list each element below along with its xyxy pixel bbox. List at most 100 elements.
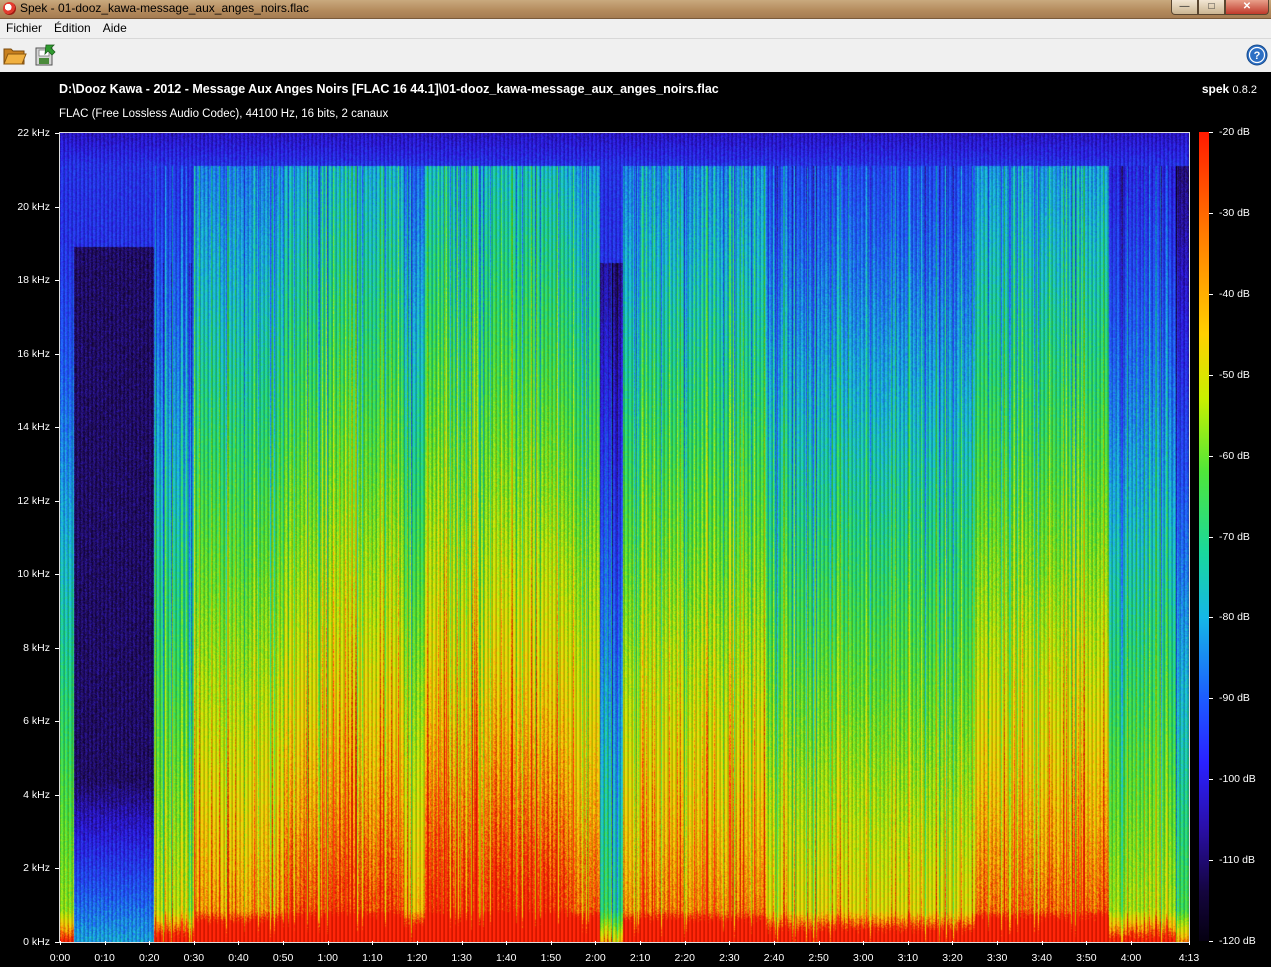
menu-fichier[interactable]: Fichier — [0, 19, 48, 38]
db-tick-label: -60 dB — [1219, 449, 1250, 462]
file-info: FLAC (Free Lossless Audio Codec), 44100 … — [59, 108, 389, 120]
time-tick-label: 0:40 — [228, 952, 249, 964]
time-tick-mark — [1041, 941, 1043, 945]
file-path: D:\Dooz Kawa - 2012 - Message Aux Anges … — [59, 82, 719, 96]
time-tick-mark — [863, 941, 865, 945]
time-tick-label: 2:40 — [763, 952, 785, 964]
time-tick-label: 0:20 — [139, 952, 160, 964]
open-file-button[interactable] — [2, 43, 28, 67]
db-tick-mark — [1209, 941, 1213, 942]
time-tick-label: 1:10 — [362, 952, 383, 964]
time-tick-mark — [416, 941, 418, 945]
help-icon: ? — [1246, 44, 1268, 66]
time-tick-mark — [595, 941, 597, 945]
freq-tick-label: 10 kHz — [17, 568, 50, 581]
freq-tick-label: 2 kHz — [23, 862, 50, 875]
freq-tick-mark — [55, 647, 59, 649]
freq-tick-label: 4 kHz — [23, 788, 50, 801]
close-button[interactable]: ✕ — [1225, 0, 1269, 15]
time-tick-label: 2:30 — [719, 952, 740, 964]
db-tick-mark — [1209, 536, 1213, 538]
help-button[interactable]: ? — [1246, 44, 1268, 66]
time-tick-label: 0:00 — [49, 952, 71, 964]
save-button[interactable] — [32, 43, 58, 67]
time-tick-mark — [684, 941, 686, 945]
db-tick-mark — [1209, 132, 1213, 133]
freq-tick-mark — [55, 721, 59, 723]
folder-open-icon — [3, 48, 27, 65]
minimize-button[interactable]: — — [1171, 0, 1198, 15]
time-tick-mark — [818, 941, 820, 945]
menu-edition[interactable]: Édition — [48, 19, 97, 38]
time-tick-mark — [640, 941, 642, 945]
time-tick-label: 2:20 — [674, 952, 695, 964]
db-tick-label: -50 dB — [1219, 368, 1250, 381]
freq-tick-label: 20 kHz — [17, 200, 50, 213]
svg-text:?: ? — [1254, 50, 1261, 62]
freq-tick-mark — [55, 868, 59, 870]
time-tick-mark — [372, 941, 374, 945]
app-icon[interactable] — [3, 2, 16, 15]
window-title: Spek - 01-dooz_kawa-message_aux_anges_no… — [20, 1, 309, 15]
db-tick-label: -70 dB — [1219, 530, 1250, 543]
db-tick-mark — [1209, 860, 1213, 862]
freq-tick-mark — [55, 427, 59, 429]
freq-tick-label: 22 kHz — [17, 127, 50, 139]
time-tick-label: 3:50 — [1076, 952, 1097, 964]
db-tick-label: -90 dB — [1219, 692, 1250, 705]
db-color-scale — [1199, 132, 1209, 941]
db-tick-mark — [1209, 455, 1213, 457]
freq-tick-mark — [55, 500, 59, 502]
spectrogram-plot[interactable] — [59, 132, 1190, 943]
time-tick-label: 1:40 — [496, 952, 517, 964]
time-tick-label: 0:10 — [94, 952, 115, 964]
time-tick-mark — [1130, 941, 1132, 945]
time-tick-mark — [283, 941, 285, 945]
time-tick-mark — [238, 941, 240, 945]
time-tick-label: 4:13 — [1178, 952, 1200, 964]
time-tick-label: 2:50 — [808, 952, 829, 964]
window-controls: — □ ✕ — [1171, 0, 1269, 15]
time-tick-label: 3:20 — [942, 952, 963, 964]
freq-tick-label: 0 kHz — [23, 936, 50, 948]
db-tick-label: -40 dB — [1219, 287, 1250, 300]
time-tick-mark — [506, 941, 508, 945]
db-tick-mark — [1209, 293, 1213, 295]
db-tick-label: -20 dB — [1219, 126, 1250, 138]
time-tick-label: 2:00 — [585, 952, 606, 964]
freq-tick-label: 14 kHz — [17, 421, 50, 434]
time-tick-label: 1:00 — [317, 952, 338, 964]
time-tick-label: 0:30 — [183, 952, 205, 964]
time-tick-label: 3:40 — [1031, 952, 1052, 964]
menu-bar: Fichier Édition Aide — [0, 19, 1271, 39]
menu-aide[interactable]: Aide — [97, 19, 133, 38]
spectrogram-image — [60, 133, 1189, 942]
title-bar: Spek - 01-dooz_kawa-message_aux_anges_no… — [0, 0, 1271, 19]
time-tick-mark — [327, 941, 329, 945]
save-icon — [35, 44, 56, 66]
freq-tick-mark — [55, 133, 59, 134]
db-tick-label: -30 dB — [1219, 206, 1250, 219]
db-tick-mark — [1209, 212, 1213, 214]
time-tick-label: 3:00 — [853, 952, 874, 964]
freq-tick-mark — [55, 574, 59, 576]
freq-tick-mark — [55, 942, 59, 943]
freq-tick-label: 6 kHz — [23, 715, 50, 728]
db-tick-label: -110 dB — [1219, 854, 1255, 867]
time-tick-mark — [997, 941, 999, 945]
db-tick-label: -120 dB — [1219, 935, 1256, 947]
app-name: spek — [1201, 82, 1230, 96]
db-tick-label: -100 dB — [1219, 773, 1256, 786]
time-tick-label: 2:10 — [629, 952, 651, 964]
time-tick-mark — [550, 941, 552, 945]
time-tick-label: 1:20 — [406, 952, 428, 964]
maximize-button[interactable]: □ — [1198, 0, 1225, 15]
time-tick-mark — [907, 941, 909, 945]
time-tick-mark — [60, 941, 61, 945]
freq-tick-mark — [55, 206, 59, 208]
time-tick-mark — [104, 941, 106, 945]
time-tick-mark — [1189, 941, 1190, 945]
freq-tick-label: 12 kHz — [17, 494, 50, 507]
time-tick-mark — [461, 941, 463, 945]
app-version-label: spek 0.8.2 — [1202, 82, 1257, 96]
